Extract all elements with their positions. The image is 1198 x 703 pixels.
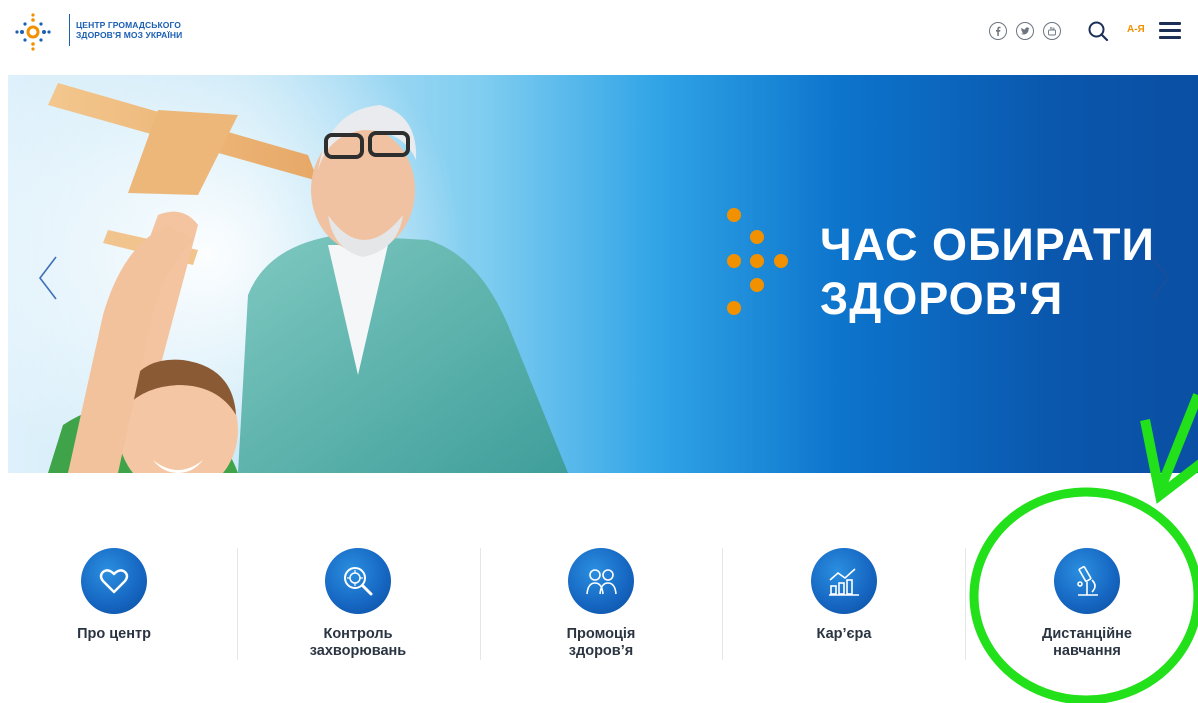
logo-icon[interactable] <box>14 10 52 54</box>
az-index-button[interactable]: А-Я <box>1127 24 1145 35</box>
quick-link-label: здоров’я <box>568 643 634 659</box>
hero-title-line-2: ЗДОРОВ'Я <box>820 273 1064 324</box>
heart-icon <box>81 548 147 614</box>
virus-magnifier-icon <box>325 548 391 614</box>
people-icon <box>568 548 634 614</box>
quick-link-disease-control[interactable]: Контроль захворювань <box>238 548 478 660</box>
divider <box>965 548 966 660</box>
logo-line-1: ЦЕНТР ГРОМАДСЬКОГО <box>76 20 181 30</box>
hero-logo-dots <box>727 208 788 315</box>
hero-title: ЧАС ОБИРАТИ ЗДОРОВ'Я <box>820 218 1155 326</box>
quick-link-label: навчання <box>1053 643 1121 659</box>
menu-icon[interactable] <box>1159 22 1181 40</box>
hero-title-line-1: ЧАС ОБИРАТИ <box>820 219 1155 270</box>
quick-link-label: Кар’єра <box>816 626 872 642</box>
twitter-icon[interactable] <box>1016 22 1034 40</box>
microscope-icon <box>1054 548 1120 614</box>
chart-icon <box>811 548 877 614</box>
quick-link-label: Дистанційне <box>1042 626 1132 642</box>
youtube-icon[interactable] <box>1043 22 1061 40</box>
quick-link-label: захворювань <box>309 643 407 659</box>
quick-link-health-promotion[interactable]: Промоція здоров’я <box>481 548 721 660</box>
hero-photo <box>48 83 568 473</box>
hero-banner[interactable]: ЧАС ОБИРАТИ ЗДОРОВ'Я <box>8 75 1198 473</box>
search-icon[interactable] <box>1087 20 1109 42</box>
facebook-icon[interactable] <box>989 22 1007 40</box>
next-slide-arrow-icon[interactable] <box>1148 255 1172 301</box>
quick-link-label: Контроль <box>323 626 393 642</box>
logo-divider <box>69 14 70 46</box>
quick-link-label: Промоція <box>566 626 636 642</box>
quick-link-label: Про центр <box>77 626 151 642</box>
divider <box>722 548 723 660</box>
site-header: ЦЕНТР ГРОМАДСЬКОГО ЗДОРОВ'Я МОЗ УКРАЇНИ … <box>0 0 1198 72</box>
quick-link-distance-learning[interactable]: Дистанційне навчання <box>967 548 1198 660</box>
quick-links: Про центр Контроль захворювань Промоція <box>0 540 1198 670</box>
logo-line-2: ЗДОРОВ'Я МОЗ УКРАЇНИ <box>76 30 183 40</box>
logo-text[interactable]: ЦЕНТР ГРОМАДСЬКОГО ЗДОРОВ'Я МОЗ УКРАЇНИ <box>76 20 182 40</box>
prev-slide-arrow-icon[interactable] <box>36 255 60 301</box>
quick-link-about[interactable]: Про центр <box>0 548 234 643</box>
quick-link-career[interactable]: Кар’єра <box>724 548 964 643</box>
